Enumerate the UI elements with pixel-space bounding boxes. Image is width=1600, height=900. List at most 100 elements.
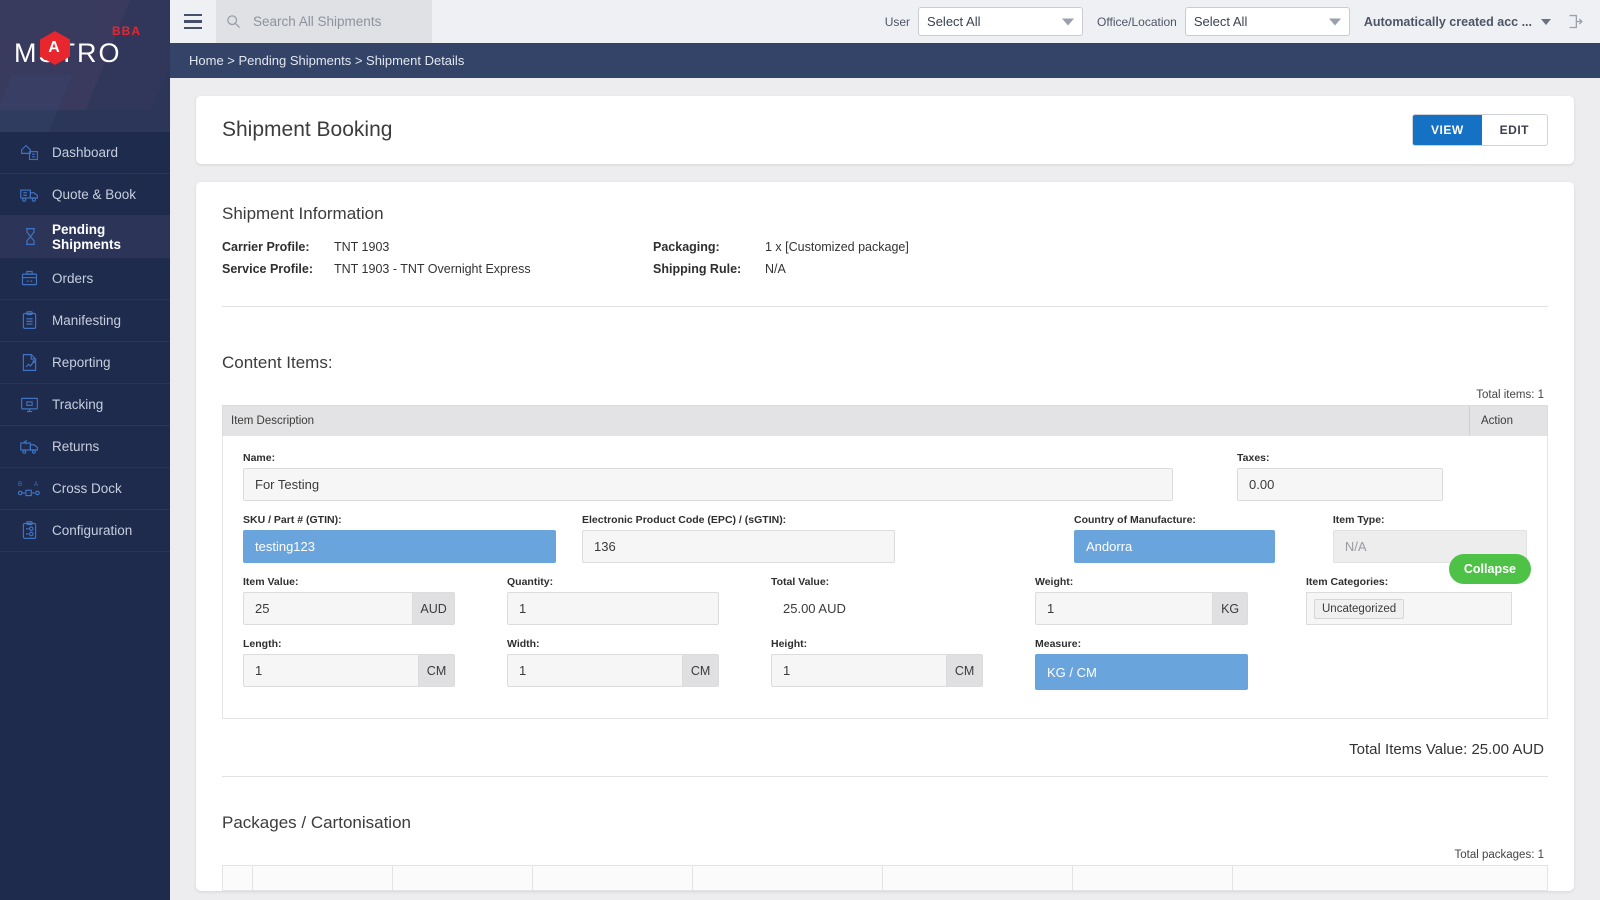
item-categories-box[interactable]: Uncategorized xyxy=(1306,592,1512,625)
sidebar-item-quote-book[interactable]: Quote & Book xyxy=(0,174,170,216)
measure-input[interactable]: KG / CM xyxy=(1035,654,1248,690)
packages-section: Packages / Cartonisation Total packages:… xyxy=(222,813,1548,891)
search-box[interactable] xyxy=(216,0,432,43)
epc-input[interactable]: 136 xyxy=(582,530,895,563)
sidebar-item-label: Reporting xyxy=(52,355,111,370)
length-input[interactable]: 1 xyxy=(243,654,419,687)
info-key: Shipping Rule: xyxy=(653,262,742,276)
packages-column xyxy=(1233,866,1547,890)
hamburger-icon-bar xyxy=(184,13,202,17)
clipboard-list-icon xyxy=(12,310,46,331)
length-unit: CM xyxy=(418,654,455,687)
shipment-info-left-column: Carrier Profile: TNT 1903 Service Profil… xyxy=(222,240,652,284)
field-label-height: Height: xyxy=(771,638,808,650)
width-input[interactable]: 1 xyxy=(507,654,683,687)
total-value-text: 25.00 AUD xyxy=(771,592,983,625)
page-header-row: Shipment Booking VIEW EDIT xyxy=(196,96,1574,164)
app-root: MSTRO A BBA Dashboard Quote & Book Pending… xyxy=(0,0,1600,900)
page-title: Shipment Booking xyxy=(222,118,393,141)
edit-button[interactable]: EDIT xyxy=(1481,115,1547,145)
column-header-item-description: Item Description xyxy=(231,415,315,427)
content-items-heading: Content Items: xyxy=(222,353,333,372)
country-input[interactable]: Andorra xyxy=(1074,530,1275,563)
user-filter-select[interactable]: Select All xyxy=(918,7,1084,36)
item-value-input[interactable]: 25 xyxy=(243,592,413,625)
field-label-country: Country of Manufacture: xyxy=(1074,514,1196,526)
sidebar-item-configuration[interactable]: Configuration xyxy=(0,510,170,552)
form-row-name: Name: For Testing Taxes: 0.00 xyxy=(243,452,1527,501)
svg-text:A: A xyxy=(33,481,38,488)
logo-superscript: BBA xyxy=(112,24,141,38)
packages-heading: Packages / Cartonisation xyxy=(222,813,411,832)
office-filter-value: Select All xyxy=(1193,14,1248,29)
field-weight: Weight: 1 KG xyxy=(1035,576,1248,625)
sidebar-item-returns[interactable]: Returns xyxy=(0,426,170,468)
breadcrumb[interactable]: Home > Pending Shipments > Shipment Deta… xyxy=(170,43,1600,78)
field-label-item-value: Item Value: xyxy=(243,576,299,588)
sidebar-item-dashboard[interactable]: Dashboard xyxy=(0,132,170,174)
monitor-icon xyxy=(12,394,46,415)
form-row-dimensions: Length: 1 CM Width: 1 CM Height: 1 CM Me… xyxy=(243,638,1527,690)
hamburger-icon-bar xyxy=(184,20,202,23)
weight-input[interactable]: 1 xyxy=(1035,592,1213,625)
sku-input[interactable]: testing123 xyxy=(243,530,556,563)
sidebar-item-cross-dock[interactable]: B A Cross Dock xyxy=(0,468,170,510)
sidebar-item-label: Dashboard xyxy=(52,145,119,160)
field-length: Length: 1 CM xyxy=(243,638,455,690)
field-quantity: Quantity: 1 xyxy=(507,576,719,625)
search-input[interactable] xyxy=(253,14,422,29)
cross-dock-icon: BA xyxy=(12,478,46,499)
height-input[interactable]: 1 xyxy=(771,654,947,687)
quantity-input[interactable]: 1 xyxy=(507,592,719,625)
sidebar-item-label: Manifesting xyxy=(52,313,122,328)
sidebar-item-pending-shipments[interactable]: Pending Shipments xyxy=(0,216,170,258)
packages-column xyxy=(533,866,693,890)
field-label-weight: Weight: xyxy=(1035,576,1074,588)
box-icon xyxy=(12,268,46,289)
shipment-information-heading: Shipment Information xyxy=(222,204,384,223)
form-row-values: Item Value: 25 AUD Quantity: 1 Total Val… xyxy=(243,576,1527,625)
info-value: 1 x [Customized package] xyxy=(765,240,909,254)
clipboard-gear-icon xyxy=(12,520,46,541)
main-content: Shipment Booking VIEW EDIT Shipment Info… xyxy=(170,78,1600,900)
content-item-row: Name: For Testing Taxes: 0.00 SKU / Part… xyxy=(222,436,1548,719)
dashboard-icon xyxy=(12,142,46,163)
sidebar-item-reporting[interactable]: Reporting xyxy=(0,342,170,384)
user-filter-value: Select All xyxy=(927,14,981,29)
item-category-chip[interactable]: Uncategorized xyxy=(1314,598,1405,619)
brand-logo[interactable]: MSTRO A xyxy=(14,31,122,67)
sidebar-item-orders[interactable]: Orders xyxy=(0,258,170,300)
field-label-length: Length: xyxy=(243,638,282,650)
view-button[interactable]: VIEW xyxy=(1412,115,1482,145)
logout-icon[interactable] xyxy=(1567,13,1584,30)
name-input[interactable]: For Testing xyxy=(243,468,1173,501)
menu-toggle-button[interactable] xyxy=(170,0,216,43)
truck-icon xyxy=(12,184,46,205)
chevron-down-icon xyxy=(1062,18,1075,25)
field-label-item-type: Item Type: xyxy=(1332,514,1385,526)
packages-column xyxy=(883,866,1073,890)
sidebar-item-label: Cross Dock xyxy=(52,481,122,496)
field-label-measure: Measure: xyxy=(1035,638,1082,650)
chevron-down-icon xyxy=(1328,18,1341,25)
field-measure: Measure: KG / CM xyxy=(1035,638,1248,690)
sidebar: MSTRO A BBA Dashboard Quote & Book Pending… xyxy=(0,0,170,900)
sidebar-item-manifesting[interactable]: Manifesting xyxy=(0,300,170,342)
taxes-input[interactable]: 0.00 xyxy=(1237,468,1443,501)
item-value-currency-unit: AUD xyxy=(412,592,455,625)
shipment-information-grid: Carrier Profile: TNT 1903 Service Profil… xyxy=(222,240,1548,307)
page-header-card: Shipment Booking VIEW EDIT xyxy=(196,96,1574,164)
column-header-action: Action xyxy=(1469,406,1547,436)
field-label-taxes: Taxes: xyxy=(1237,452,1270,464)
total-packages-count: Total packages: 1 xyxy=(1454,849,1544,861)
logo-area[interactable]: MSTRO A BBA xyxy=(0,0,170,132)
office-filter-select[interactable]: Select All xyxy=(1184,7,1350,36)
sidebar-item-label: Pending Shipments xyxy=(52,221,122,252)
info-key: Packaging: xyxy=(653,240,720,254)
sidebar-item-tracking[interactable]: Tracking xyxy=(0,384,170,426)
collapse-button[interactable]: Collapse xyxy=(1448,554,1531,584)
content-items-section: Content Items: Total items: 1 Item Descr… xyxy=(222,353,1548,777)
total-items-count: Total items: 1 xyxy=(1476,389,1544,401)
field-country-of-manufacture: Country of Manufacture: Andorra xyxy=(1074,514,1275,563)
account-menu[interactable]: Automatically created acc ... xyxy=(1364,15,1551,29)
